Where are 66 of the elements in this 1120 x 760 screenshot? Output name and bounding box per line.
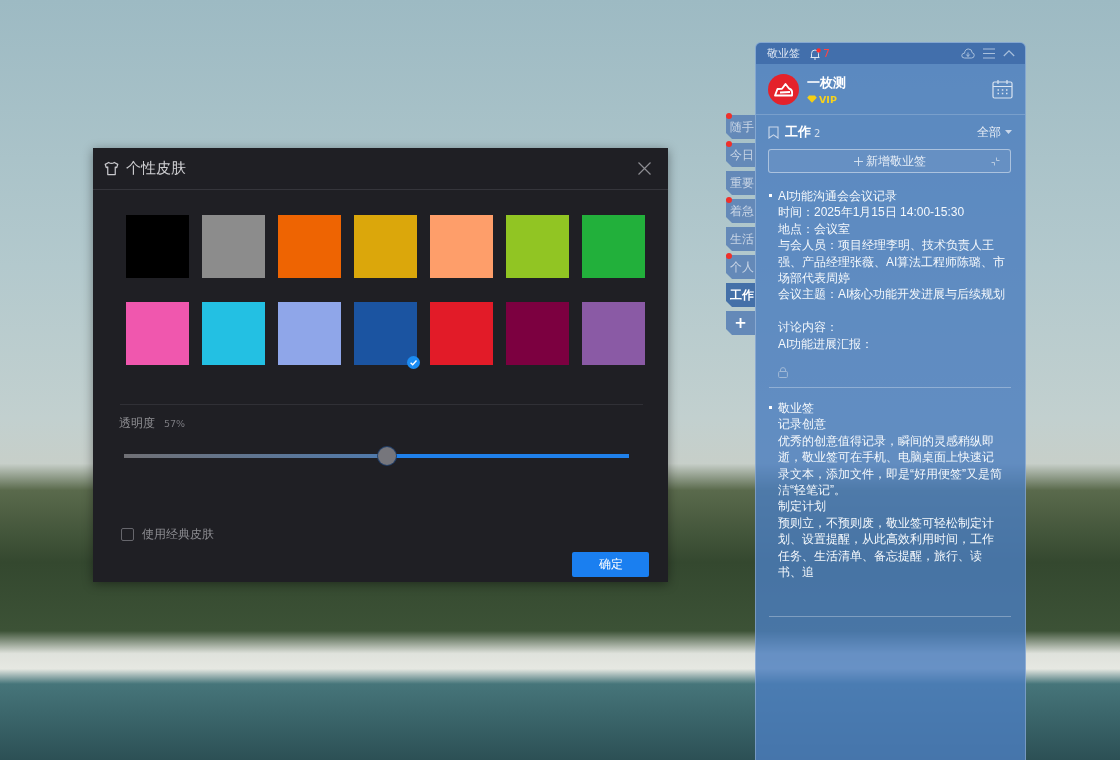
corner-icon (991, 157, 1000, 166)
filter-dropdown[interactable]: 全部 (977, 124, 1012, 140)
plus-icon (853, 156, 863, 166)
category-tab[interactable]: 生活 (726, 227, 755, 251)
category-tab[interactable]: 工作 (726, 283, 755, 307)
dialog-title: 个性皮肤 (126, 159, 186, 178)
app-title: 敬业签 (767, 46, 800, 61)
color-swatch[interactable] (202, 215, 265, 278)
bell-icon[interactable] (809, 47, 821, 60)
chevron-up-icon[interactable] (1003, 48, 1015, 59)
note-text: 与会人员：项目经理李明、技术负责人王强、产品经理张薇、AI算法工程师陈璐、市场部代表周婷 (778, 237, 1006, 287)
bullet-icon (769, 406, 772, 410)
category-tab[interactable]: 随手 (726, 115, 755, 139)
category-tab[interactable]: 今日 (726, 143, 755, 167)
color-swatch[interactable] (582, 215, 645, 278)
color-swatch[interactable] (202, 302, 265, 365)
opacity-reading: 57% (164, 418, 186, 429)
note-text: 记录创意 (778, 416, 827, 433)
note-text: 地点：会议室 (778, 220, 851, 238)
note-text: 会议主题：AI核心功能开发进展与后续规划 (778, 286, 1006, 303)
cloud-icon[interactable] (961, 48, 975, 59)
note-text: 敬业签 (778, 400, 815, 417)
category-tab[interactable]: 着急 (726, 199, 755, 223)
bullet-icon (769, 194, 772, 197)
color-swatch[interactable] (354, 215, 417, 278)
check-icon (407, 356, 420, 369)
color-swatch[interactable] (126, 215, 189, 278)
color-swatch[interactable] (506, 302, 569, 365)
color-swatch[interactable] (126, 302, 189, 365)
note-text: AI功能进展汇报： (778, 335, 875, 353)
notification-count: 7 (823, 47, 830, 60)
note-text: 预则立，不预则废，敬业签可轻松制定计划、设置提醒，从此高效利用时间，工作任务、生活清单、备忘提醒，旅行、读书、追 (778, 514, 995, 581)
note-text: 时间：2025年1月15日 14:00-15:30 (778, 204, 966, 221)
slider-thumb[interactable] (377, 447, 396, 465)
diamond-icon (807, 95, 817, 103)
opacity-slider[interactable] (124, 447, 629, 465)
checkbox-label: 使用经典皮肤 (142, 526, 214, 543)
user-name: 一枚测 (807, 73, 846, 92)
color-swatch[interactable] (278, 215, 341, 278)
category-tab[interactable]: 个人 (726, 255, 755, 279)
category-title: 工作 (785, 123, 811, 141)
new-note-button[interactable]: 新增敬业签 (768, 149, 1011, 173)
shirt-icon (104, 161, 119, 176)
color-swatch[interactable] (430, 215, 493, 278)
close-icon[interactable] (638, 162, 651, 175)
calendar-icon[interactable] (992, 79, 1013, 99)
add-tab[interactable]: + (726, 311, 755, 335)
vip-label: VIP (819, 93, 837, 105)
color-swatch[interactable] (582, 302, 645, 365)
logo-icon[interactable] (768, 73, 799, 105)
color-swatch[interactable] (430, 302, 493, 365)
opacity-label: 透明度 (119, 415, 155, 432)
note-text: 讨论内容： (778, 319, 839, 336)
color-swatch[interactable] (278, 302, 341, 365)
color-swatch[interactable] (506, 215, 569, 278)
confirm-button[interactable]: 确定 (572, 552, 649, 577)
note-text: AI功能沟通会会议记录 (778, 188, 899, 205)
category-tab[interactable]: 重要 (726, 171, 755, 195)
caret-down-icon (1005, 130, 1012, 134)
note-text: 优秀的创意值得记录，瞬间的灵感稍纵即逝，敬业签可在手机、电脑桌面上快速记录文本，添加文件，即是“好用便签”又是简洁“轻笔记”。 (778, 432, 1003, 499)
color-swatch[interactable] (354, 302, 417, 365)
checkbox[interactable] (121, 528, 134, 541)
note-text: 制定计划 (778, 498, 827, 515)
menu-icon[interactable] (983, 48, 995, 59)
bookmark-icon (768, 125, 779, 139)
category-count: 2 (814, 127, 821, 139)
